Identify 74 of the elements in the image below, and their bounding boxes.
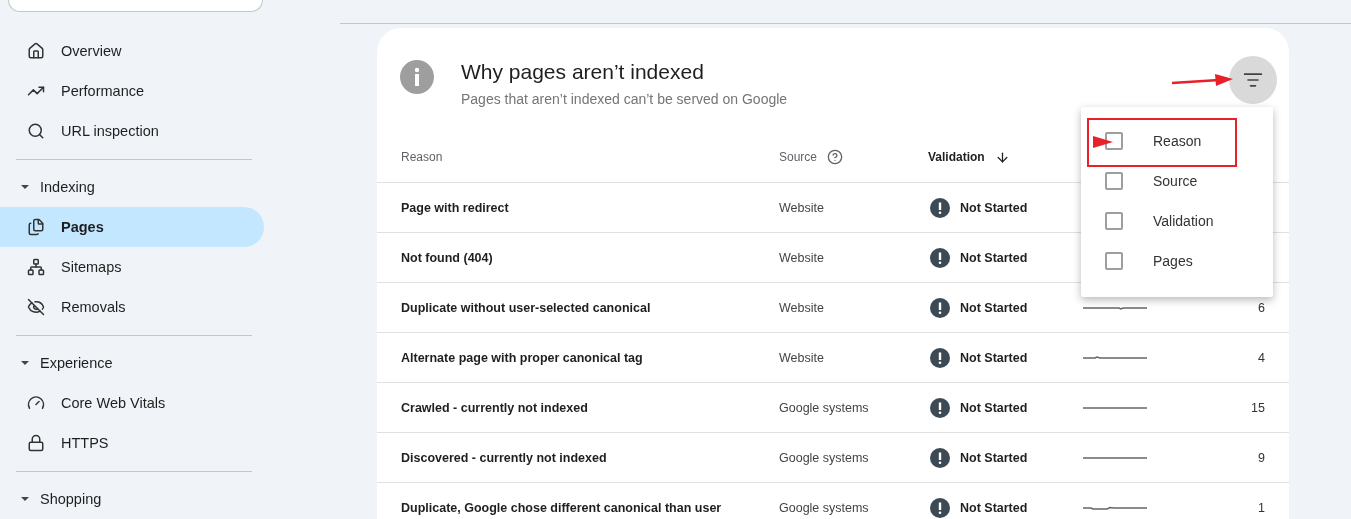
sitemap-icon: [27, 258, 45, 276]
reason-cell-text: Duplicate, Google chose different canonical than user: [401, 500, 723, 515]
alert-icon: [930, 297, 950, 318]
source-cell-text: Google systems: [779, 500, 870, 515]
annotation-arrowhead: [1093, 136, 1113, 148]
validation-status: Not Started: [960, 250, 1028, 265]
pages-count: 6: [1257, 300, 1265, 315]
filter-icon: [1243, 70, 1263, 90]
eye-off-icon: [27, 298, 45, 316]
validation-status: Not Started: [960, 200, 1028, 215]
source-cell-text: Website: [779, 350, 825, 365]
caret-icon: [20, 496, 30, 502]
info-icon: [400, 60, 434, 94]
validation-status: Not Started: [960, 300, 1028, 315]
sidebar-item[interactable]: Removals: [0, 287, 264, 327]
home-icon: [27, 42, 45, 60]
checkbox[interactable]: [1105, 252, 1123, 270]
alert-icon: [930, 247, 950, 268]
sort-arrow-icon[interactable]: [994, 149, 1010, 165]
reason-cell-text: Crawled - currently not indexed: [401, 400, 589, 415]
alert-icon: [930, 397, 950, 418]
column-header[interactable]: Source: [779, 150, 818, 164]
source-cell-text: Google systems: [779, 400, 870, 415]
menu-option[interactable]: Reason: [1081, 121, 1273, 161]
lock-icon: [27, 434, 45, 452]
search-icon: [27, 122, 45, 140]
menu-option[interactable]: Validation: [1081, 201, 1273, 241]
source-cell-text: Website: [779, 200, 825, 215]
reason-cell-text: Discovered - currently not indexed: [401, 450, 608, 465]
sidebar-item[interactable]: URL inspection: [0, 111, 264, 151]
source-cell-text: Website: [779, 300, 825, 315]
sidebar-item[interactable]: Sitemaps: [0, 247, 264, 287]
sidebar-item[interactable]: Core Web Vitals: [0, 383, 264, 423]
alert-icon: [930, 447, 950, 468]
alert-icon: [930, 197, 950, 218]
checkbox[interactable]: [1105, 132, 1123, 150]
caret-icon: [20, 360, 30, 366]
filter-button[interactable]: [1229, 56, 1277, 104]
pages-count: 9: [1257, 450, 1265, 465]
column-header[interactable]: Validation: [928, 150, 985, 164]
sidebar-section[interactable]: Shopping: [0, 479, 340, 519]
card-subtitle: Pages that aren’t indexed can’t be served on Google: [461, 91, 788, 107]
annotation-arrow: [1171, 74, 1233, 86]
source-cell-text: Google systems: [779, 450, 870, 465]
menu-option[interactable]: Pages: [1081, 241, 1273, 281]
card-title: Why pages aren’t indexed: [461, 60, 704, 84]
pages-count: 4: [1257, 350, 1265, 365]
source-cell-text: Website: [779, 250, 825, 265]
column-header[interactable]: Reason: [401, 150, 443, 164]
validation-status: Not Started: [960, 500, 1028, 515]
menu-option[interactable]: Source: [1081, 161, 1273, 201]
checkbox[interactable]: [1105, 172, 1123, 190]
pages-icon: [27, 218, 45, 236]
help-icon[interactable]: [827, 149, 844, 165]
caret-icon: [20, 184, 30, 190]
reason-cell-text: Page with redirect: [401, 200, 510, 215]
validation-status: Not Started: [960, 450, 1028, 465]
pages-count: 1: [1257, 500, 1265, 515]
validation-status: Not Started: [960, 350, 1028, 365]
sidebar-section[interactable]: Indexing: [0, 167, 340, 207]
gauge-icon: [27, 394, 45, 412]
sidebar-item[interactable]: Performance: [0, 71, 264, 111]
alert-icon: [930, 347, 950, 368]
sidebar-section[interactable]: Experience: [0, 343, 340, 383]
validation-status: Not Started: [960, 400, 1028, 415]
sparkline-drawing: [1083, 353, 1147, 362]
sidebar-item[interactable]: Pages: [0, 207, 264, 247]
pages-count: 15: [1250, 400, 1265, 415]
sidebar-item[interactable]: Overview: [0, 31, 264, 71]
sidebar-item[interactable]: HTTPS: [0, 423, 264, 463]
reason-cell-text: Duplicate without user-selected canonical: [401, 300, 652, 315]
reason-cell-text: Not found (404): [401, 250, 494, 265]
reason-cell-text: Alternate page with proper canonical tag: [401, 350, 644, 365]
checkbox[interactable]: [1105, 212, 1123, 230]
